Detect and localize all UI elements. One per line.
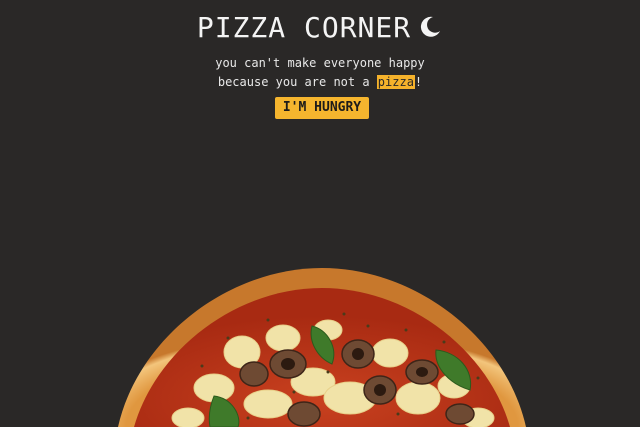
im-hungry-button[interactable]: I'M HUNGRY xyxy=(275,97,369,119)
tagline-line-2-start: because you are not a xyxy=(217,75,377,89)
moon-icon[interactable] xyxy=(417,14,443,40)
tagline: you can't make everyone happy because yo… xyxy=(0,54,640,92)
site-title: PIZZA CORNER xyxy=(196,11,412,44)
pizza-image xyxy=(118,268,526,427)
tagline-line-2: because you are not a pizza! xyxy=(0,73,640,92)
tagline-highlight: pizza xyxy=(376,75,415,89)
tagline-line-2-end: ! xyxy=(414,75,423,89)
tagline-line-1: you can't make everyone happy xyxy=(215,56,425,70)
title-row: PIZZA CORNER xyxy=(0,10,640,46)
